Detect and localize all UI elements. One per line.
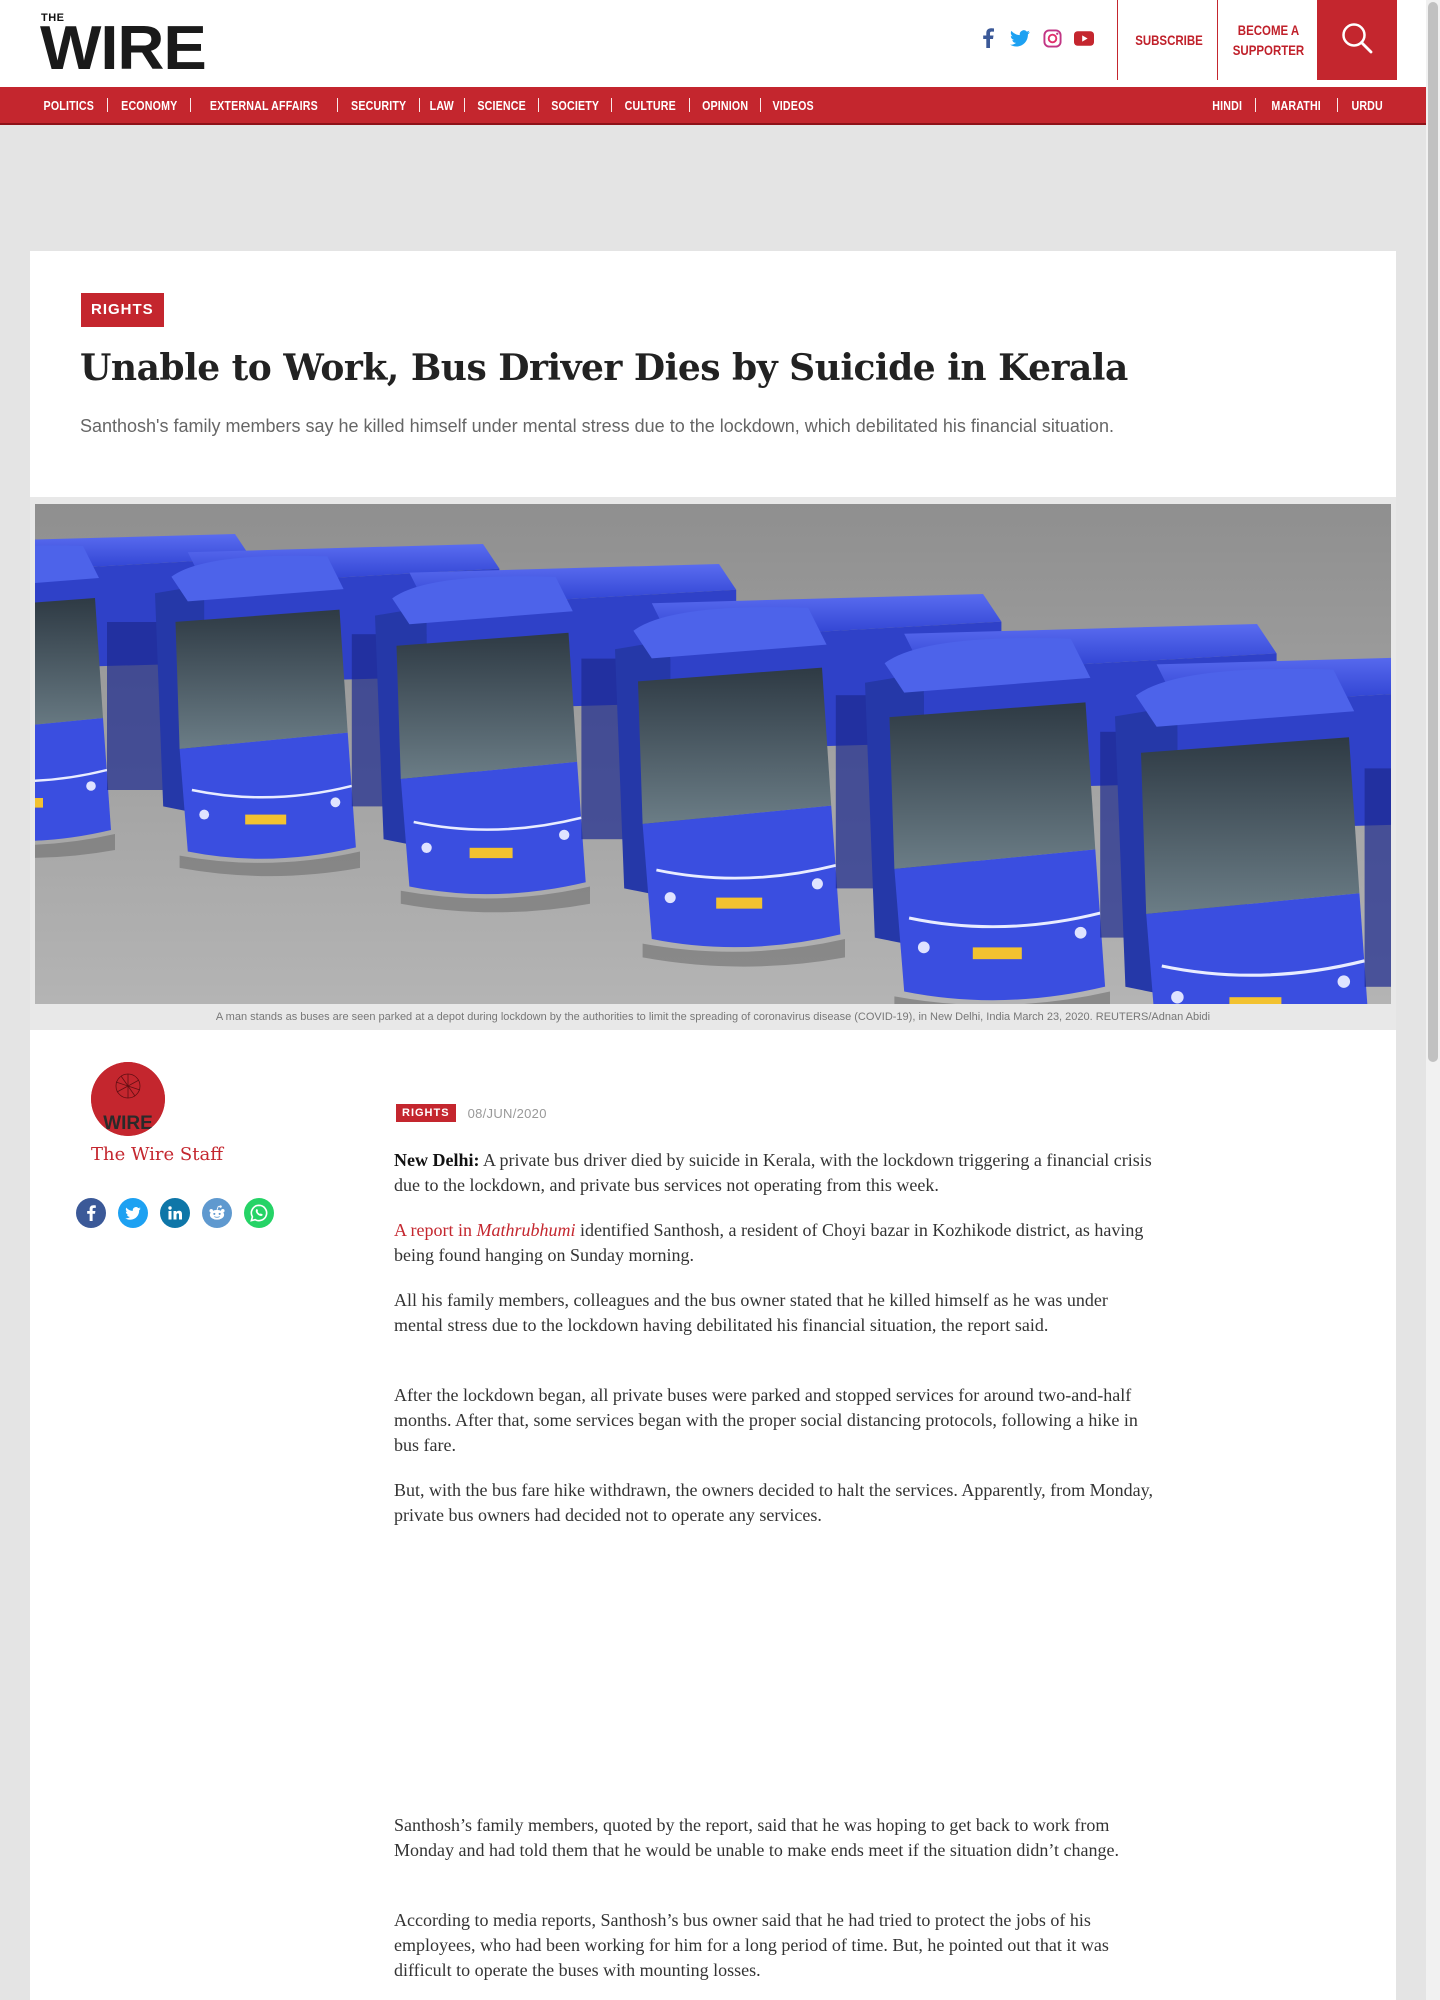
nav-separator <box>1336 98 1338 112</box>
article-paragraph: All his family members, colleagues and t… <box>394 1288 1154 1338</box>
nav-society[interactable]: SOCIETY <box>551 98 599 113</box>
bus-graphic <box>1115 657 1391 1004</box>
paragraph-text: After the lockdown began, all private bu… <box>394 1385 1138 1455</box>
nav-separator <box>106 98 108 112</box>
nav-separator <box>419 98 421 112</box>
author-name[interactable]: The Wire Staff <box>91 1144 223 1165</box>
article-subtitle: Santhosh's family members say he killed … <box>80 416 1114 436</box>
subscribe-label: SUBSCRIBE <box>1135 32 1203 48</box>
category-tag[interactable]: RIGHTS <box>81 293 164 327</box>
nav-science[interactable]: SCIENCE <box>477 98 526 113</box>
article-paragraph: A report in Mathrubhumi identified Santh… <box>394 1218 1154 1268</box>
site-header: THE WIRE SUBSCRIBE BECOME A SUPPORTER <box>0 0 1426 87</box>
dateline: New Delhi: <box>394 1150 480 1170</box>
become-supporter-button[interactable]: BECOME A SUPPORTER <box>1229 0 1309 80</box>
nav-marathi[interactable]: MARATHI <box>1272 98 1322 113</box>
mathrubhumi-report-link[interactable]: A report in Mathrubhumi <box>394 1220 576 1240</box>
article-paragraph: Santhosh’s family members, quoted by the… <box>394 1813 1154 1863</box>
nav-separator <box>611 98 613 112</box>
avatar-wire-text: WIRE <box>103 1113 153 1134</box>
nav-security[interactable]: SECURITY <box>351 98 406 113</box>
nav-external-affairs[interactable]: EXTERNAL AFFAIRS <box>210 98 318 113</box>
article-paragraph: After the lockdown began, all private bu… <box>394 1383 1154 1458</box>
paragraph-text: All his family members, colleagues and t… <box>394 1290 1108 1335</box>
scrollbar-thumb[interactable] <box>1428 2 1438 1062</box>
meta-category-tag[interactable]: RIGHTS <box>396 1104 456 1122</box>
paragraph-text: But, with the bus fare hike withdrawn, t… <box>394 1480 1153 1525</box>
article-meta: RIGHTS 08/JUN/2020 <box>396 1104 547 1122</box>
nav-separator <box>1255 98 1257 112</box>
social-links <box>978 28 1094 48</box>
page-scrollbar[interactable] <box>1426 0 1440 2000</box>
language-nav: HINDI MARATHI URDU <box>1209 87 1386 123</box>
nav-economy[interactable]: ECONOMY <box>121 98 177 113</box>
supporter-label-line1: BECOME A <box>1237 22 1300 38</box>
image-caption: A man stands as buses are seen parked at… <box>215 1011 1211 1023</box>
header-divider <box>1117 0 1118 80</box>
hero-image <box>35 504 1391 1004</box>
nav-separator <box>463 98 465 112</box>
search-icon <box>1340 21 1374 60</box>
facebook-icon[interactable] <box>978 28 998 48</box>
nav-culture[interactable]: CULTURE <box>625 98 676 113</box>
nav-hindi[interactable]: HINDI <box>1212 98 1242 113</box>
article-paragraph: New Delhi: A private bus driver died by … <box>394 1148 1154 1198</box>
site-logo[interactable]: THE WIRE <box>40 12 220 83</box>
paragraph-text: Santhosh’s family members, quoted by the… <box>394 1815 1119 1860</box>
search-button[interactable] <box>1317 0 1397 80</box>
nav-separator <box>336 98 338 112</box>
link-source-name: Mathrubhumi <box>476 1220 576 1240</box>
nav-law[interactable]: LAW <box>430 98 454 113</box>
nav-separator <box>537 98 539 112</box>
linkedin-share-icon[interactable] <box>160 1198 190 1228</box>
nav-separator <box>190 98 192 112</box>
reddit-share-icon[interactable] <box>202 1198 232 1228</box>
author-avatar[interactable]: WIRE <box>91 1062 165 1136</box>
youtube-icon[interactable] <box>1074 28 1094 48</box>
article-paragraph: But, with the bus fare hike withdrawn, t… <box>394 1478 1154 1528</box>
paragraph-text: A private bus driver died by suicide in … <box>394 1150 1152 1195</box>
main-nav: POLITICS ECONOMY EXTERNAL AFFAIRS SECURI… <box>0 87 1426 125</box>
nav-separator <box>688 98 690 112</box>
article-title: Unable to Work, Bus Driver Dies by Suici… <box>80 347 1128 389</box>
nav-politics[interactable]: POLITICS <box>44 98 94 113</box>
header-divider <box>1217 0 1218 80</box>
section-nav: POLITICS ECONOMY EXTERNAL AFFAIRS SECURI… <box>41 87 816 123</box>
publish-date: 08/JUN/2020 <box>467 1105 547 1121</box>
link-prefix: A report in <box>394 1220 477 1240</box>
instagram-icon[interactable] <box>1042 28 1062 48</box>
subscribe-button[interactable]: SUBSCRIBE <box>1129 0 1209 80</box>
facebook-share-icon[interactable] <box>76 1198 106 1228</box>
twitter-icon[interactable] <box>1010 28 1030 48</box>
hero-image-container: A man stands as buses are seen parked at… <box>30 497 1396 1030</box>
twitter-share-icon[interactable] <box>118 1198 148 1228</box>
logo-wire-text: WIRE <box>40 14 207 83</box>
nav-opinion[interactable]: OPINION <box>702 98 748 113</box>
article-card: RIGHTS Unable to Work, Bus Driver Dies b… <box>30 251 1396 2000</box>
whatsapp-share-icon[interactable] <box>244 1198 274 1228</box>
share-buttons <box>76 1198 274 1228</box>
nav-videos[interactable]: VIDEOS <box>773 98 814 113</box>
supporter-label-line2: SUPPORTER <box>1232 42 1305 58</box>
nav-urdu[interactable]: URDU <box>1351 98 1382 113</box>
nav-separator <box>760 98 762 112</box>
paragraph-text: According to media reports, Santhosh’s b… <box>394 1910 1109 1980</box>
article-paragraph: According to media reports, Santhosh’s b… <box>394 1908 1154 1983</box>
